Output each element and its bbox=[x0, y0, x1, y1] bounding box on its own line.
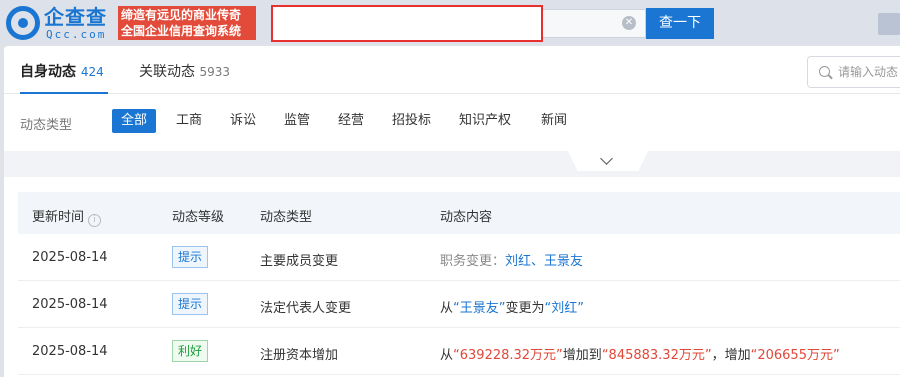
old-legal-rep-link[interactable]: “王景友” bbox=[453, 301, 505, 316]
filter-business[interactable]: 工商 bbox=[176, 112, 202, 130]
collapse-bar bbox=[4, 151, 900, 177]
filter-label: 动态类型 bbox=[20, 118, 73, 133]
filter-regulation[interactable]: 监管 bbox=[284, 112, 310, 130]
row-content: 从“王景友”变更为“刘红” bbox=[440, 301, 584, 316]
header-level: 动态等级 bbox=[172, 210, 225, 225]
row-content: 从“639228.32万元”增加到“845883.32万元”，增加“206655… bbox=[440, 348, 840, 363]
row-type: 主要成员变更 bbox=[260, 254, 339, 269]
slogan-banner: 缔造有远见的商业传奇 全国企业信用查询系统 bbox=[118, 6, 256, 40]
table-row[interactable]: 2025-08-14 提示 法定代表人变更 从“王景友”变更为“刘红” bbox=[18, 281, 900, 328]
table-header: 更新时间 i 动态等级 动态类型 动态内容 bbox=[18, 192, 900, 234]
qcc-logo[interactable]: 企查查 Qcc.com bbox=[4, 4, 116, 42]
tab-related-count: 5933 bbox=[199, 65, 230, 79]
row-date: 2025-08-14 bbox=[32, 297, 108, 312]
logo-subtext: Qcc.com bbox=[46, 28, 107, 41]
level-badge: 利好 bbox=[172, 340, 209, 362]
tab-own-label: 自身动态 bbox=[20, 64, 76, 80]
level-badge: 提示 bbox=[172, 293, 209, 315]
dynamics-panel: 自身动态 424 关联动态 5933 请输入动态 动态类型 全部 工商 诉讼 监… bbox=[4, 46, 900, 377]
new-legal-rep-link[interactable]: “刘红” bbox=[545, 301, 584, 316]
row-type: 法定代表人变更 bbox=[260, 301, 352, 316]
table-row[interactable]: 2025-08-14 提示 主要成员变更 职务变更：刘红、王景友 bbox=[18, 234, 900, 281]
row-date: 2025-08-14 bbox=[32, 344, 108, 359]
row-content: 职务变更：刘红、王景友 bbox=[440, 254, 584, 269]
header-update-time: 更新时间 i bbox=[32, 206, 102, 227]
info-icon[interactable]: i bbox=[88, 214, 102, 227]
search-button[interactable]: 查一下 bbox=[646, 8, 714, 39]
person-links[interactable]: 刘红、王景友 bbox=[505, 254, 583, 269]
tab-own-count: 424 bbox=[80, 65, 104, 79]
filter-operation[interactable]: 经营 bbox=[338, 112, 364, 130]
search-highlight-box bbox=[271, 5, 543, 42]
header-type: 动态类型 bbox=[260, 210, 313, 225]
dynamics-tabs: 自身动态 424 关联动态 5933 请输入动态 bbox=[4, 46, 900, 94]
filter-row: 动态类型 全部 工商 诉讼 监管 经营 招投标 知识产权 新闻 bbox=[4, 94, 900, 150]
level-badge: 提示 bbox=[172, 246, 209, 268]
tab-related-label: 关联动态 bbox=[139, 64, 195, 80]
filter-litigation[interactable]: 诉讼 bbox=[230, 112, 256, 130]
clear-search-icon[interactable]: ✕ bbox=[622, 16, 636, 30]
top-header: 企查查 Qcc.com 缔造有远见的商业传奇 全国企业信用查询系统 吉林省投资集… bbox=[0, 0, 900, 44]
tab-own-dynamics[interactable]: 自身动态 424 bbox=[20, 64, 104, 80]
search-icon bbox=[819, 66, 830, 77]
row-date: 2025-08-14 bbox=[32, 250, 108, 265]
filter-bidding[interactable]: 招投标 bbox=[392, 112, 431, 130]
header-content: 动态内容 bbox=[440, 210, 493, 225]
filter-news[interactable]: 新闻 bbox=[541, 112, 567, 130]
slogan-line-1: 缔造有远见的商业传奇 bbox=[121, 8, 242, 22]
app-grid-icon[interactable] bbox=[878, 13, 900, 35]
slogan-line-2: 全国企业信用查询系统 bbox=[121, 24, 242, 38]
logo-mark-icon bbox=[6, 6, 40, 40]
table-row[interactable]: 2025-08-14 利好 注册资本增加 从“639228.32万元”增加到“8… bbox=[18, 328, 900, 375]
logo-text: 企查查 bbox=[44, 5, 107, 29]
filter-all[interactable]: 全部 bbox=[112, 109, 157, 133]
row-type: 注册资本增加 bbox=[260, 348, 339, 363]
filter-ip[interactable]: 知识产权 bbox=[459, 112, 511, 130]
tab-related-dynamics[interactable]: 关联动态 5933 bbox=[139, 64, 230, 80]
